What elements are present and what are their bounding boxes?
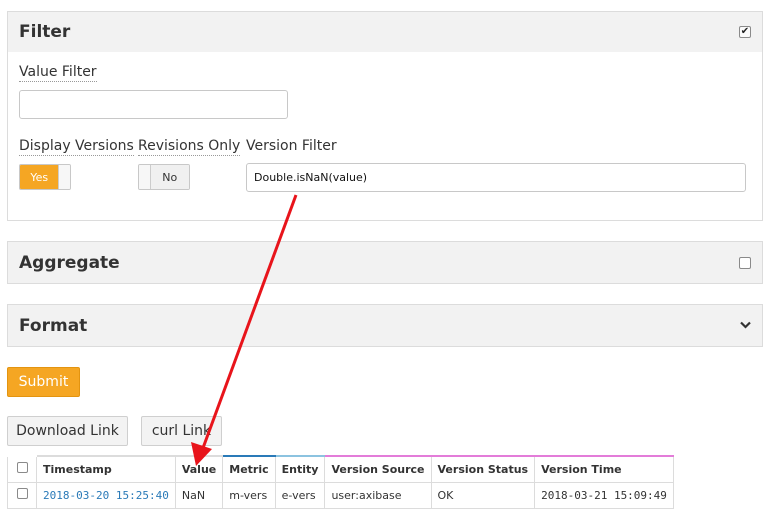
- aggregate-panel-title: Aggregate: [19, 252, 120, 273]
- filter-panel: Filter ✔ Value Filter Display Versions Y…: [7, 11, 763, 221]
- column-header-entity[interactable]: Entity: [274, 455, 326, 483]
- version-status-cell: OK: [430, 481, 536, 509]
- display-versions-toggle[interactable]: Yes: [19, 164, 71, 190]
- column-header-version-time[interactable]: Version Time: [534, 455, 674, 483]
- display-versions-toggle-on: Yes: [20, 165, 59, 189]
- timestamp-link[interactable]: 2018-03-20 15:25:40: [43, 489, 169, 502]
- select-all-checkbox[interactable]: [16, 462, 28, 474]
- row-select-checkbox[interactable]: [16, 488, 28, 499]
- results-table: Timestamp Value Metric Entity Version So…: [7, 455, 674, 509]
- value-filter-label: Value Filter: [19, 64, 97, 82]
- toggle-knob: [58, 165, 70, 189]
- aggregate-panel: Aggregate: [7, 241, 763, 284]
- entity-cell: e-vers: [274, 481, 326, 509]
- version-source-cell: user:axibase: [324, 481, 432, 509]
- version-filter-label: Version Filter: [246, 138, 337, 154]
- aggregate-enabled-checkbox[interactable]: [739, 256, 751, 269]
- table-header-row: Timestamp Value Metric Entity Version So…: [7, 455, 674, 483]
- toggle-knob: [139, 165, 151, 189]
- value-filter-input[interactable]: [19, 90, 288, 119]
- submit-button[interactable]: Submit: [7, 367, 80, 397]
- filter-panel-title: Filter: [19, 22, 71, 42]
- metric-cell: m-vers: [222, 481, 276, 509]
- timestamp-cell: 2018-03-20 15:25:40: [36, 481, 176, 509]
- format-panel-header[interactable]: Format: [8, 305, 762, 346]
- revisions-only-toggle[interactable]: No: [138, 164, 190, 190]
- value-cell: NaN: [174, 481, 224, 509]
- column-header-version-status[interactable]: Version Status: [430, 455, 536, 483]
- download-link-button[interactable]: Download Link: [7, 416, 128, 446]
- display-versions-label: Display Versions: [19, 138, 134, 156]
- format-panel: Format: [7, 304, 763, 347]
- revisions-only-toggle-off: No: [150, 165, 189, 189]
- curl-link-button[interactable]: curl Link: [141, 416, 222, 446]
- format-panel-title: Format: [19, 315, 88, 336]
- row-select-cell: [7, 481, 37, 509]
- filter-panel-header[interactable]: Filter ✔: [8, 12, 762, 52]
- column-header-timestamp[interactable]: Timestamp: [36, 455, 176, 483]
- aggregate-panel-header[interactable]: Aggregate: [8, 242, 762, 283]
- version-filter-input[interactable]: Double.isNaN(value): [246, 163, 746, 192]
- select-all-cell: [7, 455, 37, 483]
- revisions-only-label: Revisions Only: [138, 138, 241, 156]
- version-time-cell: 2018-03-21 15:09:49: [534, 481, 674, 509]
- chevron-down-icon[interactable]: [740, 318, 751, 333]
- filter-enabled-checkbox[interactable]: ✔: [739, 26, 751, 38]
- column-header-version-source[interactable]: Version Source: [324, 455, 432, 483]
- column-header-metric[interactable]: Metric: [222, 455, 276, 483]
- table-row: 2018-03-20 15:25:40 NaN m-vers e-vers us…: [7, 481, 674, 509]
- column-header-value[interactable]: Value: [174, 455, 224, 483]
